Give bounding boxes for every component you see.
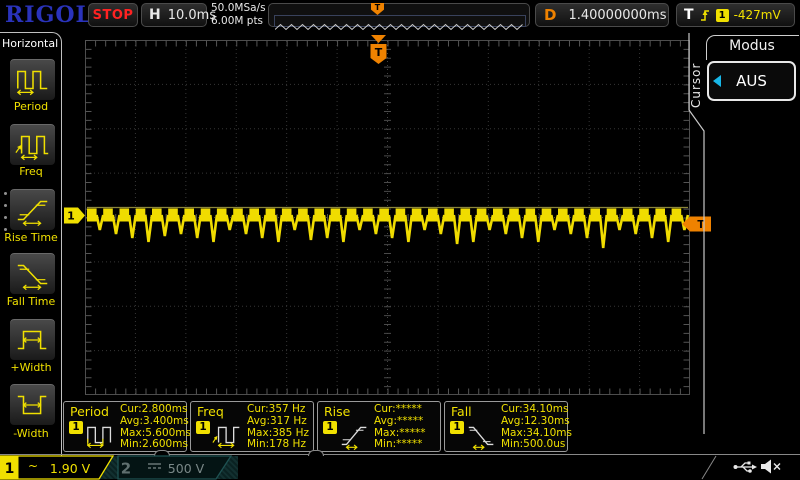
scroll-indicator-dot (4, 216, 7, 219)
divider-notch (308, 450, 324, 456)
menu-label-rise-time: Rise Time (4, 231, 58, 244)
measurement-min: Min:178 Hz (247, 438, 306, 451)
trigger-position-marker[interactable]: T (370, 35, 387, 65)
minus-width-icon (17, 395, 46, 414)
chevron-left-icon (713, 75, 721, 87)
channel-badge: 1 (323, 421, 337, 434)
memory-depth: 6.00M pts (211, 15, 264, 27)
scroll-indicator-dot (4, 204, 7, 207)
channel1-scale: 1.90 V (50, 461, 91, 476)
memory-window (274, 15, 526, 31)
memory-waveform-preview: T (268, 3, 530, 31)
channel1-level-marker[interactable]: 1 (64, 207, 86, 224)
period-icon (16, 70, 47, 95)
timebase-value: 10.0ms (167, 7, 217, 23)
channel-tabs: 1 ~ 1.90 V 2 500 V (0, 455, 233, 480)
measurement-avg: Avg:3.400ms (120, 414, 189, 427)
measurement-box-freq: Freq 1 Cur:357 Hz Avg:317 Hz Max:385 Hz … (190, 401, 314, 452)
sample-rate: 50.0MSa/s (211, 2, 266, 14)
channel1-tab[interactable]: 1 ~ 1.90 V (0, 455, 115, 480)
menu-button-freq[interactable] (9, 123, 56, 166)
period-icon (86, 426, 112, 449)
trigger-level-value: -427mV (733, 8, 781, 22)
channel1-number: 1 (5, 461, 15, 477)
measurement-avg: Avg:***** (374, 414, 424, 427)
measurement-name: Rise (324, 404, 351, 419)
delay-box: D 1.40000000ms (535, 3, 669, 27)
panel-edge-line (701, 455, 717, 480)
measurement-min: Min:2.600ms (120, 438, 188, 451)
scroll-indicator-dot (4, 192, 7, 195)
menu-label-pos-width: +Width (10, 361, 52, 374)
channel2-number: 2 (121, 460, 131, 478)
menu-label-fall-time: Fall Time (6, 295, 56, 308)
menu-button-period[interactable] (9, 58, 56, 101)
fall-time-icon (17, 264, 47, 290)
measurement-min: Min:***** (374, 438, 423, 451)
measurement-box-rise: Rise 1 Cur:***** Avg:***** Max:***** Min… (317, 401, 441, 452)
timebase-box[interactable]: H 10.0ms (141, 3, 216, 27)
timebase-label: H (149, 7, 161, 23)
menu-button-fall-time[interactable] (9, 252, 56, 295)
run-state-indicator[interactable]: STOP (88, 3, 138, 27)
plus-width-icon (17, 330, 46, 349)
channel-badge: 1 (196, 421, 210, 434)
freq-icon (212, 426, 240, 449)
trigger-source-badge: 1 (715, 8, 729, 22)
menu-button-pos-width[interactable] (9, 318, 56, 361)
acquisition-info: 50.0MSa/s 6.00M pts (211, 2, 266, 28)
channel-badge: 1 (450, 421, 464, 434)
left-menu-title: Horizontal (2, 37, 59, 50)
oscilloscope-screen: RIGOL STOP H 10.0ms 50.0MSa/s 6.00M pts … (0, 0, 800, 480)
channel-badge: 1 (69, 421, 83, 434)
speaker-muted-icon (761, 459, 781, 474)
measurement-name: Fall (451, 404, 472, 419)
channel2-scale: 500 V (168, 461, 205, 476)
measurement-name: Freq (197, 404, 224, 419)
fall-time-icon (468, 426, 494, 451)
freq-icon (14, 135, 48, 160)
rising-edge-icon (700, 10, 709, 21)
menu-label-period: Period (13, 100, 49, 113)
menu-button-neg-width[interactable] (9, 383, 56, 426)
measurement-box-period: Period 1 Cur:2.800ms Avg:3.400ms Max:5.6… (63, 401, 191, 452)
trigger-label: T (684, 7, 694, 23)
measurement-min: Min:500.0us (501, 438, 566, 451)
rigol-logo: RIGOL (5, 2, 92, 28)
channel1-coupling-ac: ~ (28, 459, 38, 473)
channel2-tab[interactable]: 2 500 V (117, 455, 233, 480)
menu-title: Modus (729, 38, 775, 54)
trigger-position-marker-label: T (375, 46, 383, 59)
delay-label: D (544, 6, 557, 24)
cursor-mode-value: AUS (736, 72, 767, 90)
cursor-menu-tab[interactable]: Cursor (689, 52, 703, 108)
menu-button-rise-time[interactable] (9, 188, 56, 231)
measurement-avg: Avg:317 Hz (247, 414, 307, 427)
preview-waveform (274, 23, 523, 31)
delay-value: 1.40000000ms (568, 7, 667, 23)
menu-label-freq: Freq (19, 165, 43, 178)
channel1-marker-label: 1 (67, 210, 75, 223)
rise-time-icon (341, 426, 367, 451)
trigger-box[interactable]: T 1 -427mV (676, 3, 795, 27)
measurement-name: Period (70, 404, 109, 419)
menu-label-neg-width: -Width (13, 427, 49, 440)
rise-time-icon (17, 200, 47, 226)
preview-trigger-marker: T (371, 3, 384, 15)
measurement-box-fall: Fall 1 Cur:34.10ms Avg:12.30ms Max:34.10… (444, 401, 572, 452)
usb-icon (733, 461, 757, 473)
channel1-waveform (87, 206, 690, 249)
measurement-avg: Avg:12.30ms (501, 414, 570, 427)
